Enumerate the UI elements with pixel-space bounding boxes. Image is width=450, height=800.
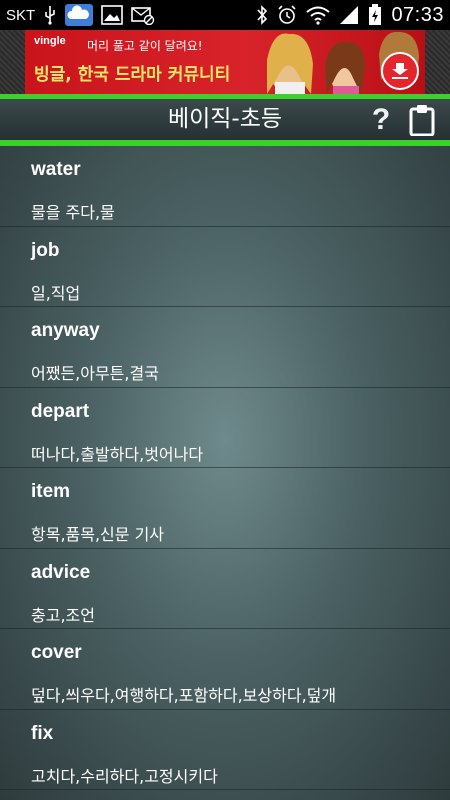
word-text: job [31, 239, 60, 261]
list-item[interactable]: job 일,직업 [0, 227, 450, 307]
word-meaning: 물을 주다,물 [31, 203, 115, 222]
ad-tagline: 머리 풀고 같이 달려요! [87, 39, 203, 53]
ad-area: vingle 머리 풀고 같이 달려요! 빙글, 한국 드라마 커뮤니티 [0, 30, 450, 94]
word-text: depart [31, 400, 90, 422]
word-list[interactable]: water 물을 주다,물 job 일,직업 anyway 어쨌든,아무튼,결국… [0, 146, 450, 800]
title-bar: 베이직-초등 ? [0, 94, 450, 146]
list-item[interactable]: water 물을 주다,물 [0, 146, 450, 227]
battery-icon [368, 4, 382, 26]
word-meaning: 충고,조언 [31, 605, 95, 625]
carrier-label: SKT [6, 6, 36, 24]
bluetooth-icon [256, 5, 268, 25]
clock-time: 07:33 [391, 3, 444, 26]
list-item[interactable]: item 항목,품목,신문 기사 [0, 468, 450, 549]
clipboard-button[interactable] [408, 104, 436, 136]
word-meaning: 고치다,수리하다,고정시키다 [31, 766, 218, 786]
word-meaning: 떠나다,출발하다,벗어나다 [31, 444, 204, 464]
status-bar: SKT 07:33 [0, 0, 450, 30]
word-meaning: 일,직업 [31, 283, 81, 303]
ad-brand-logo: vingle [34, 35, 66, 47]
mail-blocked-icon [131, 5, 155, 25]
download-icon [392, 63, 408, 79]
ad-banner[interactable]: vingle 머리 풀고 같이 달려요! 빙글, 한국 드라마 커뮤니티 [25, 30, 425, 94]
word-meaning: 어쨌든,아무튼,결국 [31, 364, 159, 383]
list-item[interactable]: cover 덮다,씌우다,여행하다,포함하다,보상하다,덮개 [0, 629, 450, 710]
list-item[interactable]: anyway 어쨌든,아무튼,결국 [0, 307, 450, 388]
word-text: water [31, 159, 81, 180]
word-text: cover [31, 642, 82, 663]
gallery-icon [101, 5, 123, 25]
ad-download-button[interactable] [381, 52, 419, 90]
word-text: item [31, 481, 71, 502]
wifi-icon [306, 5, 331, 25]
word-text: fix [31, 722, 54, 744]
word-meaning: 덮다,씌우다,여행하다,포함하다,보상하다,덮개 [31, 686, 337, 705]
help-button[interactable]: ? [368, 103, 394, 137]
word-text: anyway [31, 320, 100, 341]
signal-icon [339, 5, 359, 25]
list-item[interactable]: advice 충고,조언 [0, 549, 450, 629]
list-item[interactable]: depart 떠나다,출발하다,벗어나다 [0, 388, 450, 468]
usb-icon [43, 5, 57, 25]
alarm-icon [277, 5, 297, 25]
cloud-icon [65, 4, 94, 26]
word-meaning: 항목,품목,신문 기사 [31, 525, 165, 544]
word-text: advice [31, 561, 91, 583]
list-item[interactable]: fix 고치다,수리하다,고정시키다 [0, 710, 450, 790]
ad-headline: 빙글, 한국 드라마 커뮤니티 [34, 65, 231, 85]
